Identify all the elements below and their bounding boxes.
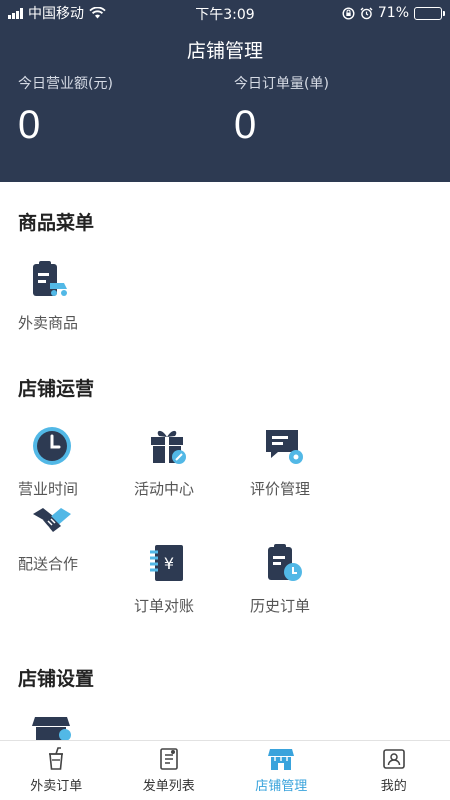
operations-item-label: 营业时间 bbox=[18, 480, 79, 498]
tab-dispatch-list[interactable]: 发单列表 bbox=[113, 741, 226, 800]
operations-item-review-management[interactable]: 评价管理 bbox=[250, 424, 366, 499]
clipboard-clock-icon bbox=[262, 541, 306, 585]
carrier-name: 中国移动 bbox=[28, 6, 84, 22]
menu-grid: 外卖商品 bbox=[0, 258, 450, 333]
header: 中国移动 71% 下午3:09 店铺管理 今日营业额(元) 0 今日订单量(单)… bbox=[0, 0, 450, 182]
takeout-goods-icon bbox=[28, 258, 72, 302]
yen-ledger-icon: ¥ bbox=[146, 541, 190, 585]
alarm-icon bbox=[360, 7, 373, 19]
tab-mine[interactable]: 我的 bbox=[338, 741, 450, 800]
operations-item-order-reconciliation[interactable]: ¥ 订单对账 bbox=[134, 541, 250, 616]
operations-item-label: 配送合作 bbox=[18, 555, 79, 573]
document-list-icon bbox=[159, 748, 178, 770]
tab-store-management[interactable]: 店铺管理 bbox=[225, 741, 338, 800]
battery-percent: 71% bbox=[377, 5, 409, 21]
tab-takeout-orders[interactable]: 外卖订单 bbox=[0, 741, 113, 800]
tab-label: 店铺管理 bbox=[255, 779, 308, 794]
tab-label: 发单列表 bbox=[142, 779, 195, 794]
operations-item-label: 活动中心 bbox=[134, 480, 195, 498]
handshake-icon bbox=[30, 499, 74, 543]
stat-value: 0 bbox=[234, 103, 257, 147]
menu-item-label: 外卖商品 bbox=[18, 314, 79, 332]
menu-item-takeout-goods[interactable]: 外卖商品 bbox=[0, 258, 116, 333]
bottom-tab-bar: 外卖订单 发单列表 店铺管理 我的 bbox=[0, 740, 450, 800]
rotation-lock-icon bbox=[342, 6, 355, 20]
stat-revenue: 今日营业额(元) 0 bbox=[18, 73, 216, 147]
section-title-settings: 店铺设置 bbox=[18, 668, 95, 690]
status-bar: 中国移动 71% bbox=[0, 0, 450, 26]
section-title-menu: 商品菜单 bbox=[18, 212, 95, 234]
section-title-operations: 店铺运营 bbox=[18, 378, 95, 400]
profile-icon bbox=[382, 749, 405, 769]
gift-icon bbox=[146, 424, 190, 468]
signal-icon bbox=[8, 7, 23, 19]
stat-label: 今日营业额(元) bbox=[18, 76, 113, 92]
store-icon bbox=[268, 749, 295, 770]
tab-label: 外卖订单 bbox=[30, 779, 83, 794]
operations-item-label: 订单对账 bbox=[134, 597, 195, 615]
operations-item-activity-center[interactable]: 活动中心 bbox=[134, 424, 250, 499]
stat-orders: 今日订单量(单) 0 bbox=[216, 73, 432, 147]
stats-row: 今日营业额(元) 0 今日订单量(单) 0 bbox=[0, 73, 450, 147]
operations-item-business-hours[interactable]: 营业时间 bbox=[18, 424, 134, 499]
stat-value: 0 bbox=[18, 103, 41, 147]
operations-grid: 营业时间 活动中心 评价管理 配送合作 ¥ 订单对账 历史订单 bbox=[0, 424, 450, 616]
tab-label: 我的 bbox=[380, 779, 407, 794]
svg-text:¥: ¥ bbox=[164, 554, 174, 573]
operations-item-history-orders[interactable]: 历史订单 bbox=[250, 541, 366, 616]
clock-icon bbox=[30, 424, 74, 468]
operations-item-label: 评价管理 bbox=[250, 480, 311, 498]
page-title: 店铺管理 bbox=[186, 40, 263, 62]
takeout-cup-icon bbox=[49, 747, 64, 770]
comment-settings-icon bbox=[262, 424, 306, 468]
operations-item-delivery-cooperation[interactable]: 配送合作 bbox=[18, 499, 134, 616]
operations-item-label: 历史订单 bbox=[250, 597, 311, 615]
wifi-icon bbox=[89, 7, 106, 19]
stat-label: 今日订单量(单) bbox=[234, 76, 329, 92]
battery-icon bbox=[414, 6, 445, 20]
